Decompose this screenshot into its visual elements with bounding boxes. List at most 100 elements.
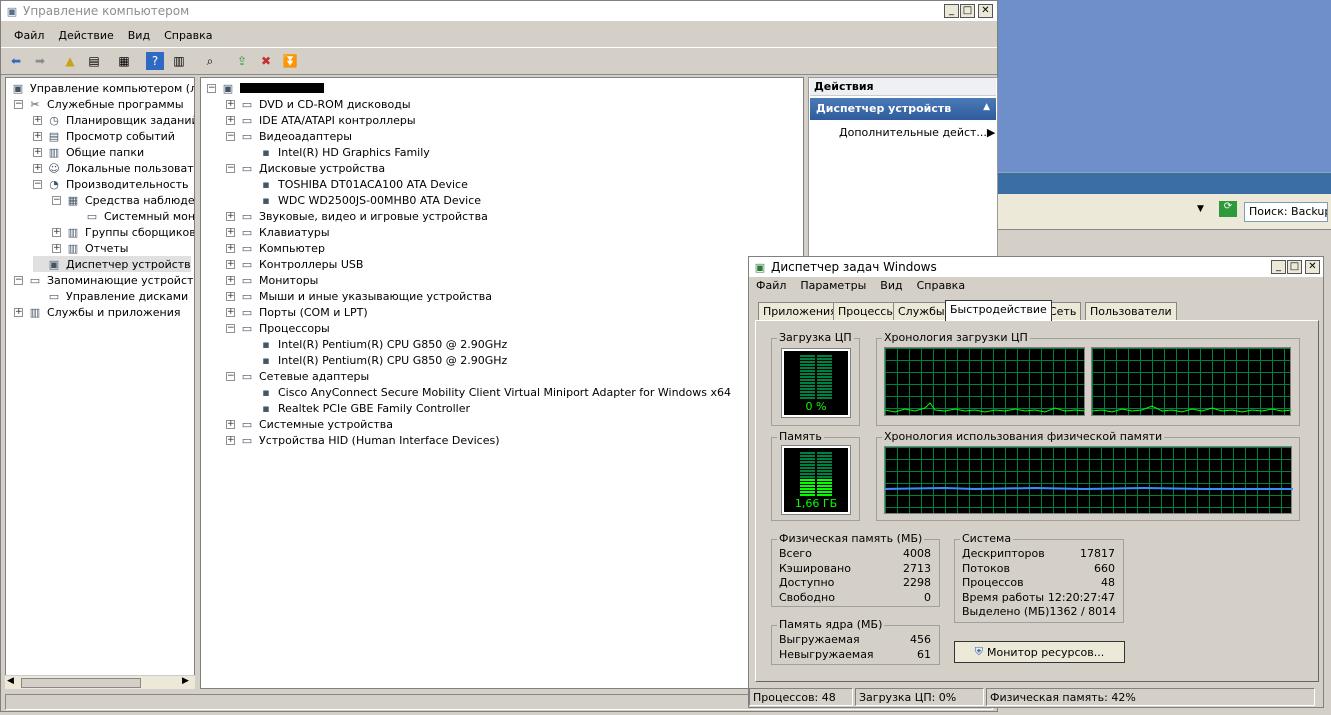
tree-item[interactable]: + ▥ Службы и приложения xyxy=(14,304,180,320)
expander-icon[interactable]: + xyxy=(33,163,42,173)
scroll-thumb[interactable] xyxy=(21,678,141,688)
tm-close-button[interactable]: ✕ xyxy=(1305,260,1320,274)
tm-maximize-button[interactable]: □ xyxy=(1287,260,1302,274)
tree-item[interactable]: ▭ Управление дисками xyxy=(33,288,188,304)
more-actions-item[interactable]: Дополнительные дейст... ▶ xyxy=(839,126,995,139)
expander-icon[interactable]: + xyxy=(14,307,23,317)
tab-0[interactable]: Приложения xyxy=(758,302,842,320)
help-icon[interactable]: ? xyxy=(146,52,164,70)
scroll-left-icon[interactable]: ◀ xyxy=(7,676,14,686)
tm-minimize-button[interactable]: _ xyxy=(1271,260,1286,274)
properties-icon[interactable]: ▦ xyxy=(115,52,133,70)
minimize-button[interactable]: _ xyxy=(944,4,959,18)
update-driver-icon[interactable]: ⇪ xyxy=(233,52,251,70)
device-item[interactable]: − ▭ Дисковые устройства xyxy=(226,160,385,176)
scan-hardware-icon[interactable]: ⌕ xyxy=(201,52,219,70)
device-item[interactable]: − ▭ Сетевые адаптеры xyxy=(226,368,369,384)
collapse-icon[interactable]: ▲ xyxy=(983,102,990,112)
tree-item[interactable]: ▣ Диспетчер устройств xyxy=(33,256,191,272)
expander-icon[interactable]: + xyxy=(226,99,235,109)
expander-icon[interactable]: + xyxy=(52,243,61,253)
expander-icon[interactable]: − xyxy=(33,179,42,189)
show-action-pane-icon[interactable]: ▥ xyxy=(170,52,188,70)
menu-2[interactable]: Вид xyxy=(121,29,157,42)
expander-icon[interactable]: − xyxy=(226,323,235,333)
up-folder-icon[interactable]: ▲ xyxy=(61,52,79,70)
device-item[interactable]: − ▭ Видеоадаптеры xyxy=(226,128,352,144)
device-item[interactable]: ▪ Intel(R) HD Graphics Family xyxy=(245,144,430,160)
expander-icon[interactable]: + xyxy=(33,147,42,157)
expander-icon[interactable]: + xyxy=(226,291,235,301)
device-item[interactable]: − ▣ xyxy=(207,80,324,96)
tree-item[interactable]: + ▥ Общие папки xyxy=(33,144,144,160)
expander-icon[interactable]: + xyxy=(226,259,235,269)
horizontal-scrollbar[interactable]: ◀ ▶ xyxy=(5,675,195,689)
device-item[interactable]: + ▭ Порты (COM и LPT) xyxy=(226,304,368,320)
action-device-manager[interactable]: Диспетчер устройств ▲ xyxy=(810,98,996,120)
dropdown-arrow-icon[interactable]: ▼ xyxy=(1197,204,1204,214)
tree-item[interactable]: + ▥ Группы сборщиков д xyxy=(52,224,194,240)
disable-device-icon[interactable]: ⏬ xyxy=(281,52,299,70)
tm-menu-0[interactable]: Файл xyxy=(749,279,793,292)
tree-item[interactable]: + ☺ Локальные пользовател xyxy=(33,160,194,176)
expander-icon[interactable]: + xyxy=(226,435,235,445)
expander-icon[interactable]: + xyxy=(226,115,235,125)
expander-icon[interactable]: − xyxy=(226,371,235,381)
menu-1[interactable]: Действие xyxy=(51,29,120,42)
tm-menu-2[interactable]: Вид xyxy=(873,279,909,292)
device-item[interactable]: + ▭ DVD и CD-ROM дисководы xyxy=(226,96,411,112)
expander-icon[interactable]: − xyxy=(52,195,61,205)
uninstall-device-icon[interactable]: ✖ xyxy=(257,52,275,70)
tm-menu-3[interactable]: Справка xyxy=(910,279,972,292)
tree-item[interactable]: − ▭ Запоминающие устройства xyxy=(14,272,194,288)
expander-icon[interactable]: + xyxy=(226,419,235,429)
device-item[interactable]: + ▭ Устройства HID (Human Interface Device… xyxy=(226,432,500,448)
tab-3[interactable]: Быстродействие xyxy=(945,300,1052,321)
device-item[interactable]: ▪ Intel(R) Pentium(R) CPU G850 @ 2.90GHz xyxy=(245,352,507,368)
menu-0[interactable]: Файл xyxy=(7,29,51,42)
tree-item[interactable]: − ▦ Средства наблюде xyxy=(52,192,194,208)
device-item[interactable]: ▪ Cisco AnyConnect Secure Mobility Client… xyxy=(245,384,731,400)
forward-icon[interactable]: ➡ xyxy=(31,52,49,70)
expander-icon[interactable]: − xyxy=(207,83,216,93)
expander-icon[interactable]: − xyxy=(226,131,235,141)
expander-icon[interactable]: + xyxy=(226,211,235,221)
device-item[interactable]: + ▭ Звуковые, видео и игровые устройства xyxy=(226,208,488,224)
expander-icon[interactable]: + xyxy=(52,227,61,237)
tab-5[interactable]: Пользователи xyxy=(1085,302,1177,320)
tm-menu-1[interactable]: Параметры xyxy=(793,279,873,292)
expander-icon[interactable]: + xyxy=(226,307,235,317)
device-item[interactable]: + ▭ Контроллеры USB xyxy=(226,256,363,272)
search-input[interactable]: Поиск: Backup xyxy=(1244,202,1328,222)
expander-icon[interactable]: + xyxy=(226,227,235,237)
resource-monitor-button[interactable]: ⛨ Монитор ресурсов... xyxy=(954,641,1125,663)
back-icon[interactable]: ⬅ xyxy=(7,52,25,70)
refresh-icon[interactable]: ⟳ xyxy=(1219,201,1237,217)
tree-item[interactable]: − ✂ Служебные программы xyxy=(14,96,184,112)
expander-icon[interactable]: + xyxy=(33,131,42,141)
tree-item[interactable]: − ◔ Производительность xyxy=(33,176,189,192)
expander-icon[interactable]: + xyxy=(226,243,235,253)
expander-icon[interactable]: − xyxy=(14,275,23,285)
device-item[interactable]: + ▭ Компьютер xyxy=(226,240,325,256)
tab-1[interactable]: Процессы xyxy=(833,302,901,320)
device-item[interactable]: + ▭ Клавиатуры xyxy=(226,224,330,240)
tree-item[interactable]: ▣ Управление компьютером (лока xyxy=(10,80,194,96)
tab-2[interactable]: Службы xyxy=(893,302,950,320)
tree-item[interactable]: + ▥ Отчеты xyxy=(52,240,128,256)
tree-item[interactable]: + ▤ Просмотр событий xyxy=(33,128,175,144)
device-item[interactable]: − ▭ Процессоры xyxy=(226,320,330,336)
maximize-button[interactable]: □ xyxy=(960,4,975,18)
tree-item[interactable]: ▭ Системный мони xyxy=(71,208,194,224)
tree-item[interactable]: + ◷ Планировщик заданий xyxy=(33,112,194,128)
device-item[interactable]: ▪ WDC WD2500JS-00MHB0 ATA Device xyxy=(245,192,481,208)
device-item[interactable]: ▪ Intel(R) Pentium(R) CPU G850 @ 2.90GHz xyxy=(245,336,507,352)
scroll-right-icon[interactable]: ▶ xyxy=(182,676,189,686)
expander-icon[interactable]: − xyxy=(14,99,23,109)
close-button[interactable]: ✕ xyxy=(978,4,993,18)
show-tree-icon[interactable]: ▤ xyxy=(85,52,103,70)
device-item[interactable]: + ▭ Системные устройства xyxy=(226,416,393,432)
expander-icon[interactable]: + xyxy=(33,115,42,125)
expander-icon[interactable]: − xyxy=(226,163,235,173)
device-item[interactable]: + ▭ Мониторы xyxy=(226,272,318,288)
